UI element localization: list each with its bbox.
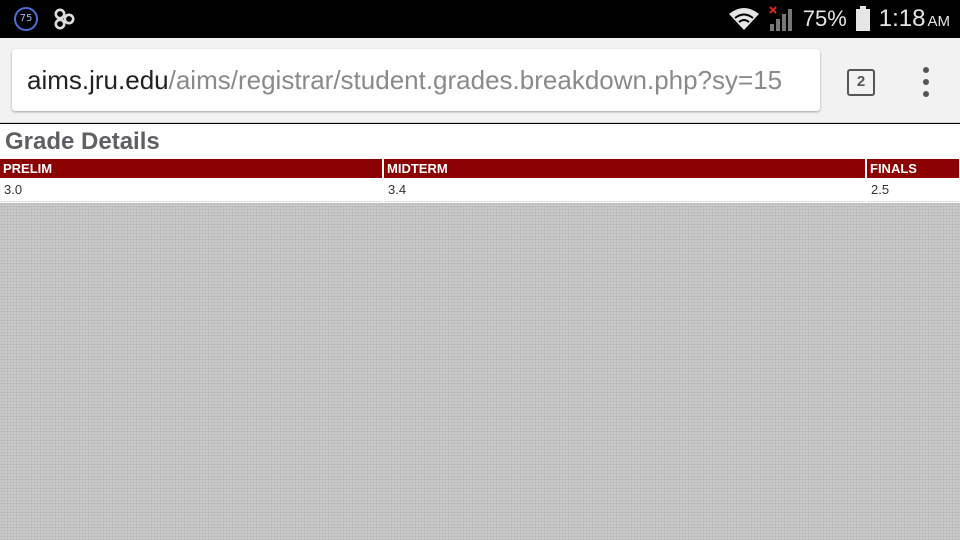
overflow-menu-button[interactable] <box>912 64 940 100</box>
web-page: Grade Details PRELIM MIDTERM FINALS 3.0 … <box>0 124 960 540</box>
cellular-no-signal-icon <box>769 6 792 31</box>
wifi-icon <box>728 8 759 30</box>
battery-icon <box>855 6 870 31</box>
browser-toolbar: aims.jru.edu/aims/registrar/student.grad… <box>0 38 960 123</box>
clock: 1:18 AM <box>879 5 950 33</box>
table-row: 3.0 3.4 2.5 <box>0 178 960 202</box>
column-header-finals: FINALS <box>866 159 960 178</box>
phone-screen: 75 75% 1:18 AM aims.jru.edu/aims/registr… <box>0 0 960 540</box>
column-header-midterm: MIDTERM <box>383 159 867 178</box>
status-left-icons: 75 <box>14 7 76 31</box>
prelim-grade: 3.0 <box>0 178 384 202</box>
grades-table: PRELIM MIDTERM FINALS 3.0 3.4 2.5 <box>0 159 960 202</box>
column-header-prelim: PRELIM <box>0 159 384 178</box>
status-right-icons: 75% 1:18 AM <box>727 4 950 34</box>
tab-switcher-button[interactable]: 2 <box>847 69 875 96</box>
status-bar: 75 75% 1:18 AM <box>0 0 960 38</box>
menu-dot-icon <box>923 79 929 85</box>
clock-am-pm: AM <box>927 13 951 30</box>
url-host: aims.jru.edu <box>27 65 169 95</box>
url-bar[interactable]: aims.jru.edu/aims/registrar/student.grad… <box>12 49 820 111</box>
table-header-row: PRELIM MIDTERM FINALS <box>0 159 960 178</box>
finals-grade: 2.5 <box>866 178 960 202</box>
link-app-icon <box>54 8 75 30</box>
battery-percent: 75% <box>802 6 847 31</box>
clock-time: 1:18 <box>878 5 926 32</box>
grade-details-panel: Grade Details PRELIM MIDTERM FINALS 3.0 … <box>0 124 960 203</box>
menu-dot-icon <box>923 91 929 97</box>
url-path: /aims/registrar/student.grades.breakdown… <box>168 65 783 95</box>
midterm-grade: 3.4 <box>383 178 867 202</box>
notification-75-icon: 75 <box>14 7 38 31</box>
menu-dot-icon <box>923 67 929 73</box>
page-title: Grade Details <box>5 128 160 155</box>
